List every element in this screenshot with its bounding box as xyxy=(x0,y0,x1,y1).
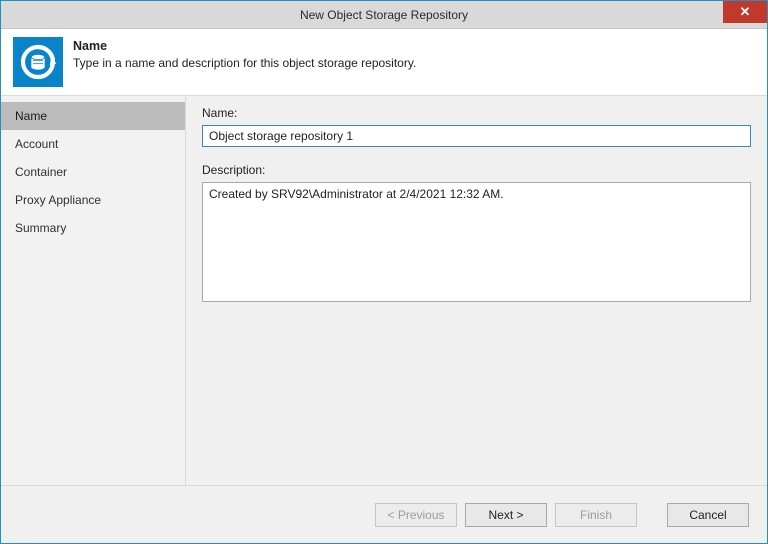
wizard-header: Name Type in a name and description for … xyxy=(1,29,767,96)
previous-button[interactable]: < Previous xyxy=(375,503,457,527)
wizard-content: Name: Description: xyxy=(186,96,767,485)
header-subtitle: Type in a name and description for this … xyxy=(73,56,416,70)
window-title: New Object Storage Repository xyxy=(300,8,468,22)
repository-icon xyxy=(13,37,63,87)
description-label: Description: xyxy=(202,163,751,177)
description-textarea[interactable] xyxy=(202,182,751,302)
step-container[interactable]: Container xyxy=(1,158,185,186)
next-button[interactable]: Next > xyxy=(465,503,547,527)
name-input[interactable] xyxy=(202,125,751,147)
button-bar: < Previous Next > Finish Cancel xyxy=(1,485,767,543)
wizard-window: New Object Storage Repository ✕ Name Typ… xyxy=(0,0,768,544)
name-label: Name: xyxy=(202,106,751,120)
cancel-button[interactable]: Cancel xyxy=(667,503,749,527)
step-account[interactable]: Account xyxy=(1,130,185,158)
finish-button[interactable]: Finish xyxy=(555,503,637,527)
wizard-sidebar: Name Account Container Proxy Appliance S… xyxy=(1,96,186,485)
header-text: Name Type in a name and description for … xyxy=(73,37,416,70)
close-button[interactable]: ✕ xyxy=(723,1,767,23)
wizard-body: Name Account Container Proxy Appliance S… xyxy=(1,96,767,485)
header-title: Name xyxy=(73,39,416,53)
close-icon: ✕ xyxy=(740,4,751,20)
step-name[interactable]: Name xyxy=(1,102,185,130)
step-proxy-appliance[interactable]: Proxy Appliance xyxy=(1,186,185,214)
step-summary[interactable]: Summary xyxy=(1,214,185,242)
titlebar: New Object Storage Repository ✕ xyxy=(1,1,767,29)
